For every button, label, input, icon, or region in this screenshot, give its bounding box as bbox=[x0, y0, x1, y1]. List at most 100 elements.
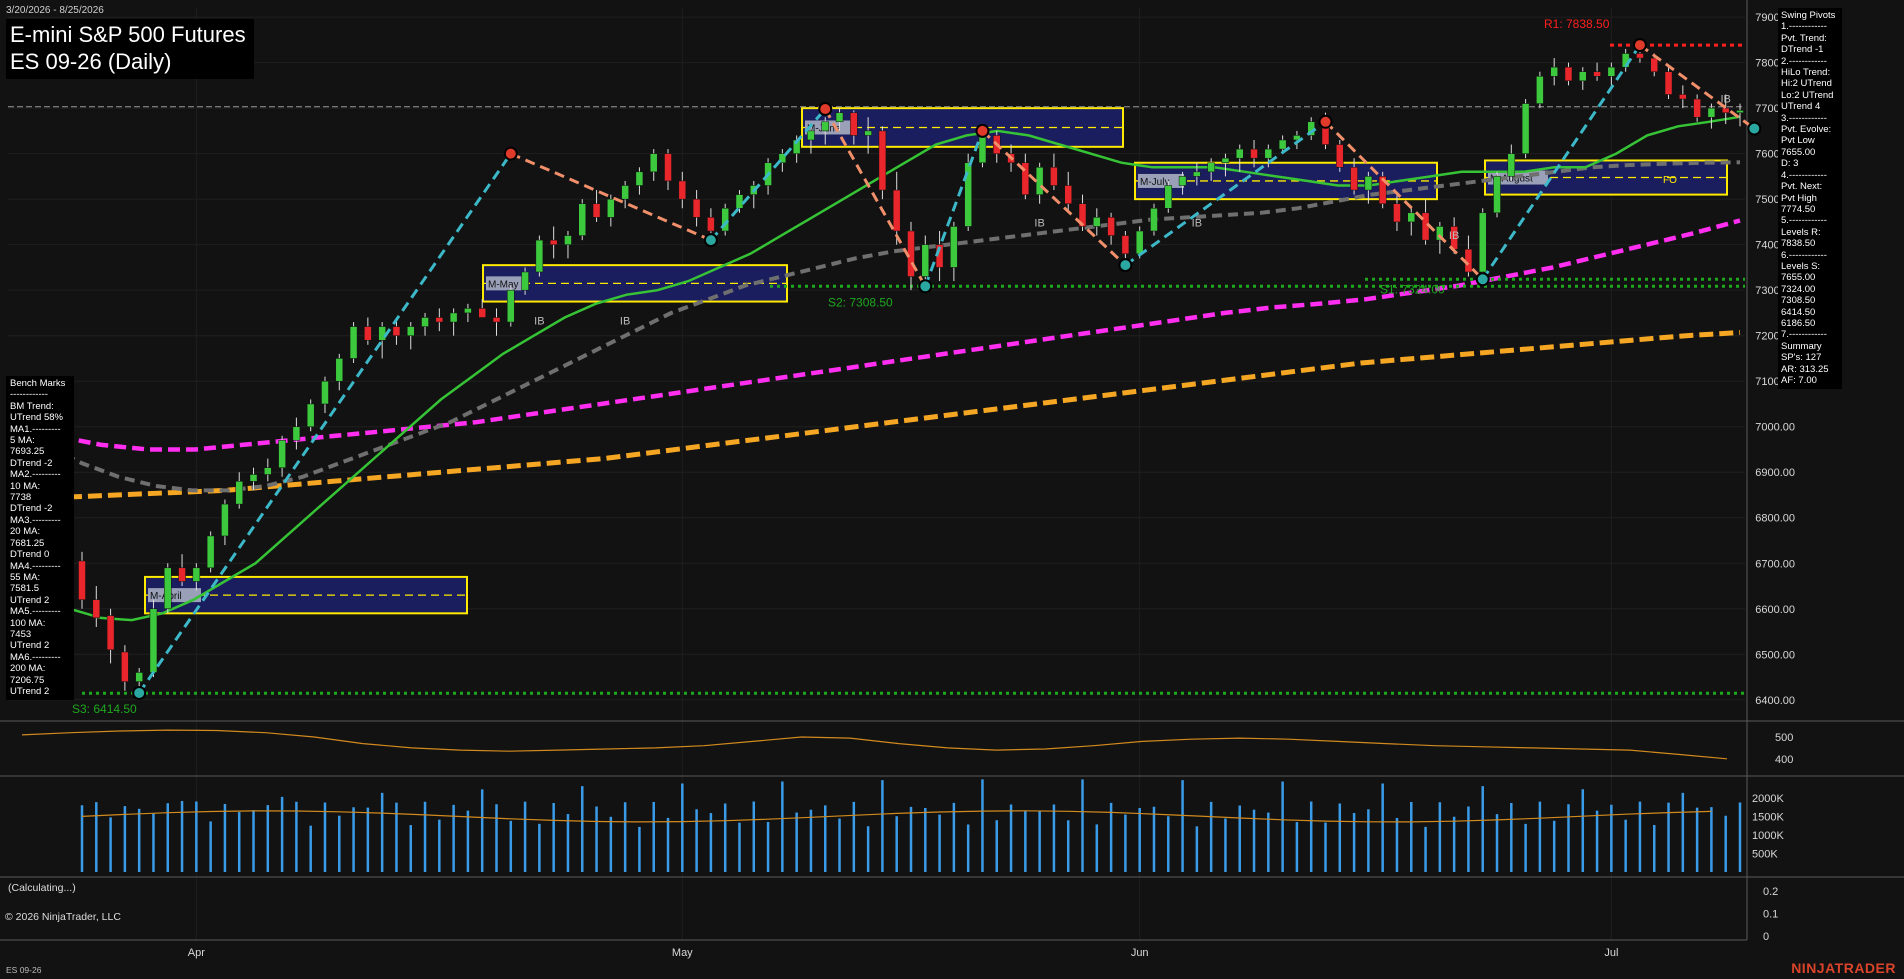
price-chart[interactable]: 6400.00 6500.00 6600.00 6700.00 6800.00 6900.… bbox=[0, 0, 1904, 979]
candle-body bbox=[1393, 203, 1401, 223]
swing-panel-line: UTrend 4 bbox=[1781, 101, 1821, 113]
ma-20-line bbox=[7, 115, 1741, 622]
candle-body bbox=[1650, 57, 1658, 72]
bench-panel-line: MA4.--------- bbox=[10, 560, 61, 572]
candle-body bbox=[1593, 71, 1601, 77]
swing-panel-line: Swing Pivots bbox=[1781, 10, 1836, 21]
candle-body bbox=[878, 130, 887, 191]
swing-pivot-marker bbox=[1747, 121, 1762, 136]
y-tick-label: 6500.00 bbox=[1755, 649, 1795, 661]
candle-body bbox=[692, 198, 701, 218]
swing-panel-line: 1.------------ bbox=[1781, 21, 1827, 33]
swing-panel-line: HiLo Trend: bbox=[1781, 67, 1831, 79]
candle-body bbox=[149, 608, 158, 673]
swing-panel-line: Pvt High bbox=[1781, 192, 1817, 204]
y-tick-label: 6600.00 bbox=[1755, 604, 1795, 616]
candle-body bbox=[1164, 185, 1173, 209]
candle-body bbox=[78, 560, 86, 600]
candle-body bbox=[1536, 76, 1544, 104]
candle-body bbox=[449, 312, 458, 323]
candle-body bbox=[221, 503, 229, 537]
candle-body bbox=[921, 244, 930, 277]
candle-body bbox=[864, 130, 872, 136]
candle-body bbox=[607, 198, 615, 218]
volume-tick-label: 500K bbox=[1752, 848, 1778, 860]
bench-panel-line: 7738 bbox=[10, 492, 32, 504]
swing-panel-line: D: 3 bbox=[1781, 158, 1799, 170]
swing-panel-line: AR: 313.25 bbox=[1781, 363, 1829, 375]
ninjatrader-logo: NINJATRADER bbox=[1791, 960, 1896, 976]
x-tick-label: Jul bbox=[1604, 947, 1618, 959]
candle-body bbox=[1250, 148, 1258, 159]
candle-body bbox=[950, 226, 958, 268]
bench-panel-line: 10 MA: bbox=[10, 480, 41, 492]
candle-body bbox=[1121, 235, 1130, 255]
bench-panel-line: ------------ bbox=[10, 389, 48, 401]
candle-body bbox=[664, 153, 672, 182]
candle-body bbox=[1336, 144, 1344, 168]
candle-body bbox=[406, 326, 415, 336]
candle-body bbox=[264, 467, 272, 475]
inside-bar-marker: IB bbox=[1192, 217, 1202, 229]
candle-body bbox=[549, 239, 558, 245]
candle-body bbox=[1579, 71, 1587, 82]
candle-body bbox=[278, 440, 286, 468]
candle-body bbox=[1507, 153, 1516, 177]
candle-body bbox=[435, 317, 444, 323]
bench-panel-line: UTrend 2 bbox=[10, 640, 50, 652]
swing-pivots-panel: Swing Pivots 1.------------ Pvt. Trend: DTr… bbox=[1778, 8, 1842, 390]
bench-panel-line: MA1.--------- bbox=[10, 423, 61, 435]
swing-panel-line: SP's: 127 bbox=[1781, 352, 1822, 364]
swing-pivot-marker bbox=[703, 233, 718, 248]
swing-panel-line: 7774.50 bbox=[1781, 203, 1816, 215]
swing-panel-line: 7838.50 bbox=[1781, 238, 1816, 250]
candle-body bbox=[564, 235, 572, 245]
bench-panel-line: MA2.--------- bbox=[10, 469, 61, 481]
volume-tick-label: 2000K bbox=[1752, 793, 1784, 805]
candle-body bbox=[1050, 167, 1058, 186]
swing-panel-line: Levels R: bbox=[1781, 226, 1821, 238]
candle-body bbox=[135, 672, 143, 682]
chart-title: E-mini S&P 500 Futures ES 09-26 (Daily) bbox=[6, 19, 254, 79]
oscillator-tick-label: 400 bbox=[1775, 754, 1793, 766]
swing-panel-line: 7655.00 bbox=[1781, 146, 1816, 158]
candle-body bbox=[1636, 53, 1644, 59]
bench-panel-line: 7693.25 bbox=[10, 446, 45, 458]
candle-body bbox=[335, 358, 344, 382]
inside-bar-marker: IB bbox=[620, 315, 630, 327]
swing-panel-line: 6414.50 bbox=[1781, 306, 1816, 318]
bench-panel-line: 7453 bbox=[10, 628, 32, 640]
candle-body bbox=[1364, 176, 1373, 191]
candle-body bbox=[349, 326, 358, 359]
candle-body bbox=[1178, 176, 1187, 186]
y-tick-label: 6400.00 bbox=[1755, 695, 1795, 707]
inside-bar-marker: IB bbox=[1034, 217, 1044, 229]
inside-bar-marker: IB bbox=[1721, 94, 1731, 106]
candle-body bbox=[1521, 103, 1530, 154]
instrument-contract: ES 09-26 (Daily) bbox=[10, 49, 172, 74]
bench-panel-line: DTrend 0 bbox=[10, 549, 50, 561]
swing-panel-line: Pvt. Trend: bbox=[1781, 32, 1827, 44]
candle-body bbox=[892, 189, 901, 232]
candle-body bbox=[807, 130, 815, 141]
candle-body bbox=[507, 289, 515, 323]
swing-panel-line: Summary bbox=[1781, 340, 1822, 352]
inside-bar-marker: IB bbox=[534, 315, 544, 327]
candle-body bbox=[1135, 230, 1144, 255]
support-label: S1: 7324.00 bbox=[1380, 282, 1445, 296]
swing-panel-line: Pvt Low bbox=[1781, 135, 1815, 147]
swing-pivot-marker bbox=[975, 123, 990, 138]
candle-body bbox=[1478, 212, 1487, 273]
value-area-label: M-May bbox=[488, 279, 519, 290]
candle-body bbox=[678, 180, 687, 200]
candle-body bbox=[392, 326, 401, 336]
lower-panel-tick-label: 0 bbox=[1763, 931, 1769, 943]
fo-marker: FO bbox=[1663, 175, 1677, 186]
swing-panel-line: DTrend -1 bbox=[1781, 44, 1824, 56]
candle-body bbox=[1093, 217, 1101, 227]
candle-body bbox=[1607, 66, 1616, 77]
swing-panel-line: Lo:2 UTrend bbox=[1781, 89, 1834, 101]
candle-body bbox=[92, 599, 101, 619]
candle-body bbox=[1664, 71, 1673, 95]
candle-body bbox=[978, 135, 987, 163]
